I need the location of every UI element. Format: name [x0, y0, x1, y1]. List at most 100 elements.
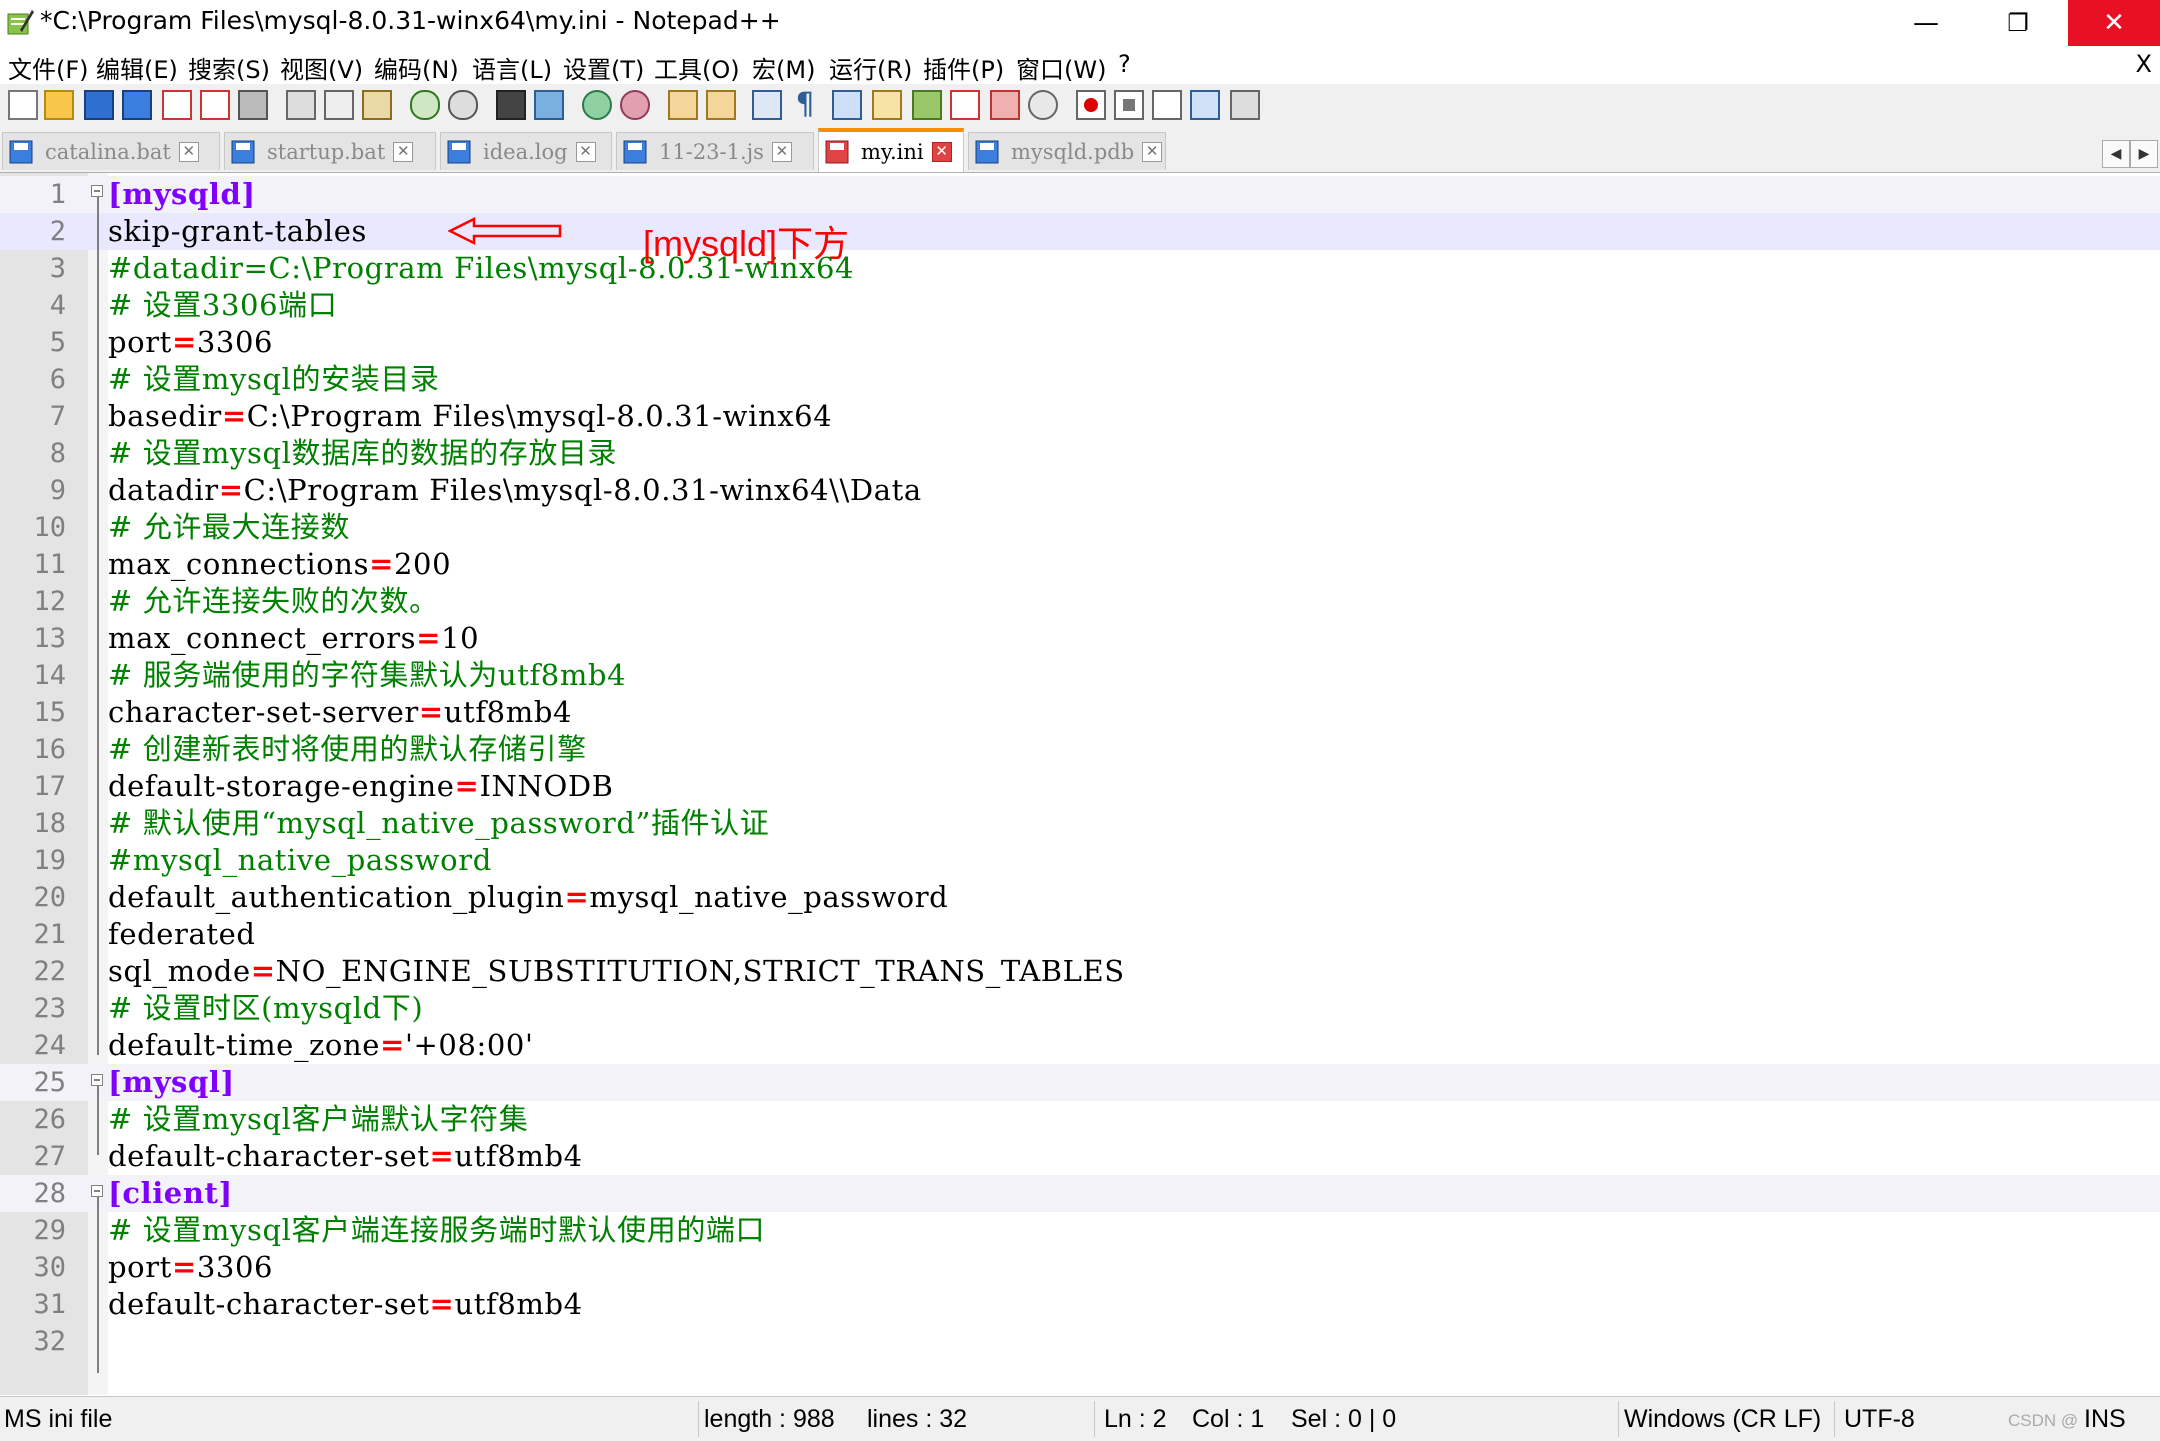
code-line[interactable]: 17 default-storage-engine=INNODB: [0, 768, 2160, 805]
close-icon[interactable]: [162, 90, 192, 120]
menu-run[interactable]: 运行(R): [829, 50, 912, 85]
tab-close-icon[interactable]: ✕: [931, 142, 952, 162]
indent-guide-icon[interactable]: [832, 90, 862, 120]
copy-icon[interactable]: [324, 90, 354, 120]
monitoring-icon[interactable]: [990, 90, 1020, 120]
restore-button[interactable]: ❐: [1972, 0, 2064, 46]
code-line[interactable]: 28 [client]: [0, 1175, 2160, 1212]
code-line[interactable]: 14 # 服务端使用的字符集默认为utf8mb4: [0, 657, 2160, 694]
code-line[interactable]: 30 port=3306: [0, 1249, 2160, 1286]
tab-catalina-bat[interactable]: catalina.bat ✕: [2, 132, 220, 170]
menu-view[interactable]: 视图(V): [280, 50, 363, 85]
new-file-icon[interactable]: [8, 90, 38, 120]
find-icon[interactable]: [496, 90, 526, 120]
menu-search[interactable]: 搜索(S): [188, 50, 270, 85]
code-line[interactable]: 20 default_authentication_plugin=mysql_na…: [0, 879, 2160, 916]
zoom-in-icon[interactable]: [582, 90, 612, 120]
tab-my-ini[interactable]: my.ini ✕: [818, 128, 964, 172]
code-line[interactable]: 19 #mysql_native_password: [0, 842, 2160, 879]
replace-icon[interactable]: [534, 90, 564, 120]
open-file-icon[interactable]: [44, 90, 74, 120]
code-line[interactable]: 3 #datadir=C:\Program Files\mysql-8.0.31-…: [0, 250, 2160, 287]
menu-window[interactable]: 窗口(W): [1016, 50, 1106, 85]
fold-toggle-icon[interactable]: [91, 185, 103, 197]
show-all-chars-icon[interactable]: ¶: [790, 90, 820, 120]
save-icon[interactable]: [84, 90, 114, 120]
code-line[interactable]: 8 # 设置mysql数据库的数据的存放目录: [0, 435, 2160, 472]
tab-scroll-right-icon[interactable]: ▶: [2130, 140, 2158, 168]
doc-map-icon[interactable]: [872, 90, 902, 120]
status-ln: Ln : 2: [1104, 1405, 1167, 1433]
code-line[interactable]: 9 datadir=C:\Program Files\mysql-8.0.31-w…: [0, 472, 2160, 509]
fold-toggle-icon[interactable]: [91, 1185, 103, 1197]
menu-macro[interactable]: 宏(M): [752, 50, 815, 85]
zoom-out-icon[interactable]: [620, 90, 650, 120]
code-line[interactable]: 12 # 允许连接失败的次数。: [0, 583, 2160, 620]
menu-edit[interactable]: 编辑(E): [96, 50, 178, 85]
stop-record-icon[interactable]: [1114, 90, 1144, 120]
tab-startup-bat[interactable]: startup.bat ✕: [224, 132, 436, 170]
code-line[interactable]: 2 skip-grant-tables: [0, 213, 2160, 250]
code-line[interactable]: 4 # 设置3306端口: [0, 287, 2160, 324]
code-line[interactable]: 15 character-set-server=utf8mb4: [0, 694, 2160, 731]
menu-file[interactable]: 文件(F): [8, 50, 89, 85]
print-icon[interactable]: [238, 90, 268, 120]
code-line[interactable]: 11 max_connections=200: [0, 546, 2160, 583]
code-line[interactable]: 25 [mysql]: [0, 1064, 2160, 1101]
tab-close-icon[interactable]: ✕: [575, 141, 596, 162]
menu-encoding[interactable]: 编码(N): [374, 50, 459, 85]
code-line[interactable]: 22 sql_mode=NO_ENGINE_SUBSTITUTION,STRICT…: [0, 953, 2160, 990]
code-line[interactable]: 23 # 设置时区(mysqld下): [0, 990, 2160, 1027]
tab-11-23-1-js[interactable]: 11-23-1.js ✕: [616, 132, 814, 170]
code-line[interactable]: 32: [0, 1323, 2160, 1360]
undo-icon[interactable]: [410, 90, 440, 120]
menu-plugins[interactable]: 插件(P): [923, 50, 1004, 85]
code-line[interactable]: 31 default-character-set=utf8mb4: [0, 1286, 2160, 1323]
sync-horizontal-icon[interactable]: [706, 90, 736, 120]
folder-workspace-icon[interactable]: [950, 90, 980, 120]
play-macro-icon[interactable]: [1152, 90, 1182, 120]
code-line[interactable]: 18 # 默认使用“mysql_native_password”插件认证: [0, 805, 2160, 842]
tab-close-icon[interactable]: ✕: [1142, 141, 1163, 162]
tab-close-icon[interactable]: ✕: [771, 141, 792, 162]
code-line[interactable]: 29 # 设置mysql客户端连接服务端时默认使用的端口: [0, 1212, 2160, 1249]
code-line[interactable]: 5 port=3306: [0, 324, 2160, 361]
code-line[interactable]: 13 max_connect_errors=10: [0, 620, 2160, 657]
tab-close-icon[interactable]: ✕: [178, 141, 199, 162]
run-macro-multiple-icon[interactable]: [1190, 90, 1220, 120]
code-line[interactable]: 10 # 允许最大连接数: [0, 509, 2160, 546]
function-list-icon[interactable]: [912, 90, 942, 120]
close-document-button[interactable]: X: [2136, 50, 2152, 78]
tab-mysqld-pdb[interactable]: mysqld.pdb ✕: [968, 132, 1166, 170]
fold-toggle-icon[interactable]: [91, 1074, 103, 1086]
save-macro-icon[interactable]: [1230, 90, 1260, 120]
tab-scroll-left-icon[interactable]: ◀: [2102, 140, 2130, 168]
paste-icon[interactable]: [362, 90, 392, 120]
record-macro-icon[interactable]: [1076, 90, 1106, 120]
tab-idea-log[interactable]: idea.log ✕: [440, 132, 612, 170]
close-all-icon[interactable]: [200, 90, 230, 120]
redo-icon[interactable]: [448, 90, 478, 120]
word-wrap-icon[interactable]: [752, 90, 782, 120]
minimize-button[interactable]: —: [1880, 0, 1972, 46]
code-line[interactable]: 26 # 设置mysql客户端默认字符集: [0, 1101, 2160, 1138]
code-line[interactable]: 1 [mysqld]: [0, 176, 2160, 213]
save-all-icon[interactable]: [122, 90, 152, 120]
tab-close-icon[interactable]: ✕: [393, 141, 414, 162]
code-line[interactable]: 6 # 设置mysql的安装目录: [0, 361, 2160, 398]
cut-icon[interactable]: [286, 90, 316, 120]
menu-tools[interactable]: 工具(O): [654, 50, 740, 85]
code-line[interactable]: 7 basedir=C:\Program Files\mysql-8.0.31-w…: [0, 398, 2160, 435]
status-col: Col : 1: [1192, 1405, 1265, 1433]
code-line[interactable]: 27 default-character-set=utf8mb4: [0, 1138, 2160, 1175]
menu-language[interactable]: 语言(L): [472, 50, 552, 85]
monitoring-eye-icon[interactable]: [1028, 90, 1058, 120]
code-line[interactable]: 16 # 创建新表时将使用的默认存储引擎: [0, 731, 2160, 768]
menu-settings[interactable]: 设置(T): [563, 50, 644, 85]
close-window-button[interactable]: ✕: [2068, 0, 2160, 46]
editor[interactable]: 1 [mysqld] 2 skip-grant-tables 3 #datadir=C:\…: [0, 173, 2160, 1395]
menu-help[interactable]: ?: [1118, 50, 1131, 78]
code-line[interactable]: 21 federated: [0, 916, 2160, 953]
sync-vertical-icon[interactable]: [668, 90, 698, 120]
code-line[interactable]: 24 default-time_zone='+08:00': [0, 1027, 2160, 1064]
